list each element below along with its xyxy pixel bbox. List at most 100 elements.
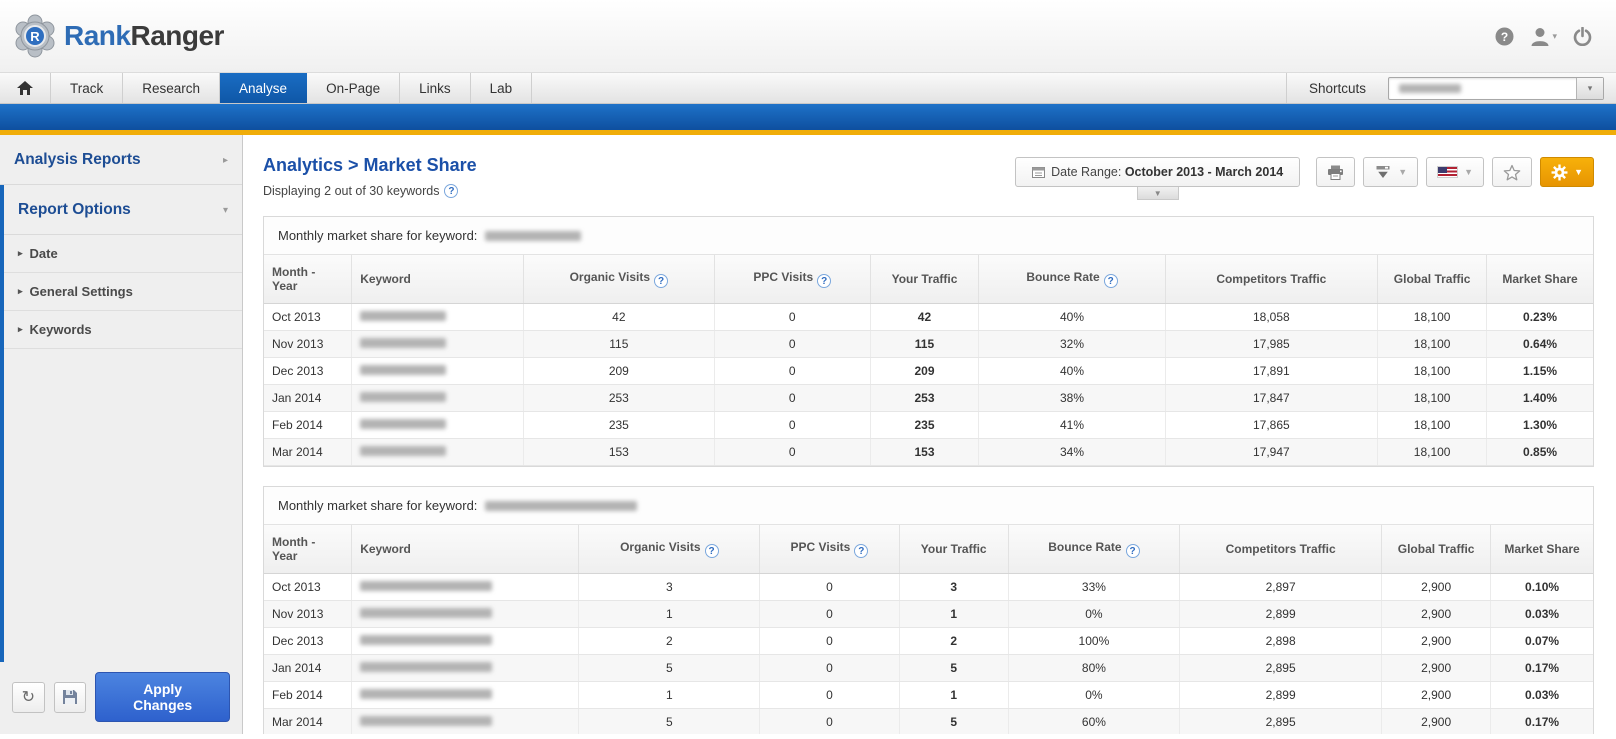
sidebar-item-analysis-reports[interactable]: Analysis Reports ▸ [0,135,242,185]
rankranger-badge-icon: R [14,13,56,59]
redacted-keyword [360,581,492,591]
apply-changes-button[interactable]: Apply Changes [95,672,230,722]
report-options-section: Report Options ▾ ▸Date▸General Settings▸… [0,185,242,662]
keyword-cell [352,439,523,466]
svg-text:?: ? [1501,30,1508,44]
export-button[interactable]: ▼ [1363,157,1418,187]
table-header-row: Month - YearKeywordOrganic VisitsPPC Vis… [264,525,1593,574]
breadcrumb[interactable]: Analytics > Market Share [263,155,477,176]
help-icon[interactable] [854,544,868,558]
table-cell: 0.23% [1487,304,1593,331]
help-icon[interactable] [817,274,831,288]
table-cell: 253 [870,385,979,412]
chevron-right-icon: ▸ [18,286,23,297]
report-options-title: Report Options [18,201,131,219]
table-cell: Dec 2013 [264,358,352,385]
table-cell: 33% [1008,574,1179,601]
table-row: Jan 2014253025338%17,84718,1001.40% [264,385,1593,412]
column-header-ppc-visits: PPC Visits [760,525,900,574]
table-cell: Feb 2014 [264,412,352,439]
sidebar-item-label: General Settings [30,284,133,299]
main-content: Analytics > Market Share Displaying 2 ou… [243,135,1616,734]
table-cell: 2,898 [1180,628,1382,655]
tab-track[interactable]: Track [51,73,123,103]
table-row: Oct 20134204240%18,05818,1000.23% [264,304,1593,331]
save-button[interactable] [54,682,87,713]
table-title-label: Monthly market share for keyword: [278,228,477,243]
help-icon[interactable] [705,544,719,558]
us-flag-icon [1437,166,1458,178]
analysis-reports-title: Analysis Reports [14,151,141,169]
help-icon[interactable] [654,274,668,288]
table-cell: 0.85% [1487,439,1593,466]
redacted-keyword [360,392,446,402]
redacted-keyword [360,662,492,672]
sidebar: Analysis Reports ▸ Report Options ▾ ▸Dat… [0,135,243,734]
table-cell: 0 [715,331,870,358]
table-cell: 5 [899,709,1008,735]
table-cell: 2,900 [1382,601,1491,628]
tab-analyse[interactable]: Analyse [220,73,307,103]
tab-links[interactable]: Links [400,73,471,103]
column-header-market-share: Market Share [1491,525,1593,574]
table-cell: 0 [715,412,870,439]
refresh-button[interactable]: ↻ [12,682,45,713]
chevron-right-icon: ▸ [18,248,23,259]
tab-research[interactable]: Research [123,73,220,103]
column-header-organic-visits: Organic Visits [523,255,714,304]
table-title-label: Monthly market share for keyword: [278,498,477,513]
table-row: Nov 20131010%2,8992,9000.03% [264,601,1593,628]
help-icon[interactable]: ? [1495,27,1514,46]
table-cell: 0.03% [1491,601,1593,628]
redacted-keyword [485,231,581,241]
table-cell: 2,899 [1180,682,1382,709]
table-cell: 2,895 [1180,655,1382,682]
table-cell: Oct 2013 [264,574,352,601]
help-icon[interactable] [1126,544,1140,558]
keyword-cell [352,304,523,331]
favorite-button[interactable] [1492,157,1532,187]
user-menu[interactable]: ▾ [1530,27,1557,46]
table-cell: 0 [760,709,900,735]
power-icon[interactable] [1573,27,1592,46]
table-cell: 253 [523,385,714,412]
table-cell: 0.64% [1487,331,1593,358]
svg-text:R: R [30,29,40,44]
tab-lab[interactable]: Lab [471,73,533,103]
table-row: Dec 2013209020940%17,89118,1001.15% [264,358,1593,385]
table-cell: Jan 2014 [264,385,352,412]
table-cell: 0 [715,439,870,466]
help-icon[interactable] [444,184,458,198]
table-cell: 2,900 [1382,574,1491,601]
table-cell: 235 [870,412,979,439]
table-cell: 1 [579,601,760,628]
help-icon[interactable] [1104,274,1118,288]
sidebar-item-report-options[interactable]: Report Options ▾ [4,185,242,235]
chevron-down-icon: ▾ [1552,31,1557,42]
date-range-button[interactable]: Date Range: October 2013 - March 2014 [1015,157,1300,187]
brand-logo[interactable]: R RankRanger [14,13,224,59]
sidebar-item-date[interactable]: ▸Date [4,235,242,273]
keyword-cell [352,655,579,682]
report-options-items: ▸Date▸General Settings▸Keywords [4,235,242,349]
table-cell: 34% [979,439,1165,466]
report-toolbar: Date Range: October 2013 - March 2014 ▼ [1015,157,1594,187]
print-button[interactable] [1316,157,1355,187]
table-cell: 41% [979,412,1165,439]
chevron-down-icon: ▼ [1154,189,1162,198]
table-cell: 0.07% [1491,628,1593,655]
table-cell: 153 [870,439,979,466]
table-cell: 0 [760,574,900,601]
sidebar-item-keywords[interactable]: ▸Keywords [4,311,242,349]
chevron-down-icon[interactable]: ▾ [1576,78,1603,99]
shortcuts-dropdown[interactable]: ▾ [1388,77,1604,100]
printer-icon [1327,165,1344,180]
keyword-cell [352,709,579,735]
tab-on-page[interactable]: On-Page [307,73,400,103]
table-cell: 209 [523,358,714,385]
language-button[interactable]: ▼ [1426,157,1484,187]
collapse-panel-handle[interactable]: ▼ [1137,187,1179,200]
settings-button[interactable]: ▼ [1540,157,1594,187]
tab-home[interactable] [0,73,51,103]
sidebar-item-general-settings[interactable]: ▸ General Settings [4,273,242,311]
